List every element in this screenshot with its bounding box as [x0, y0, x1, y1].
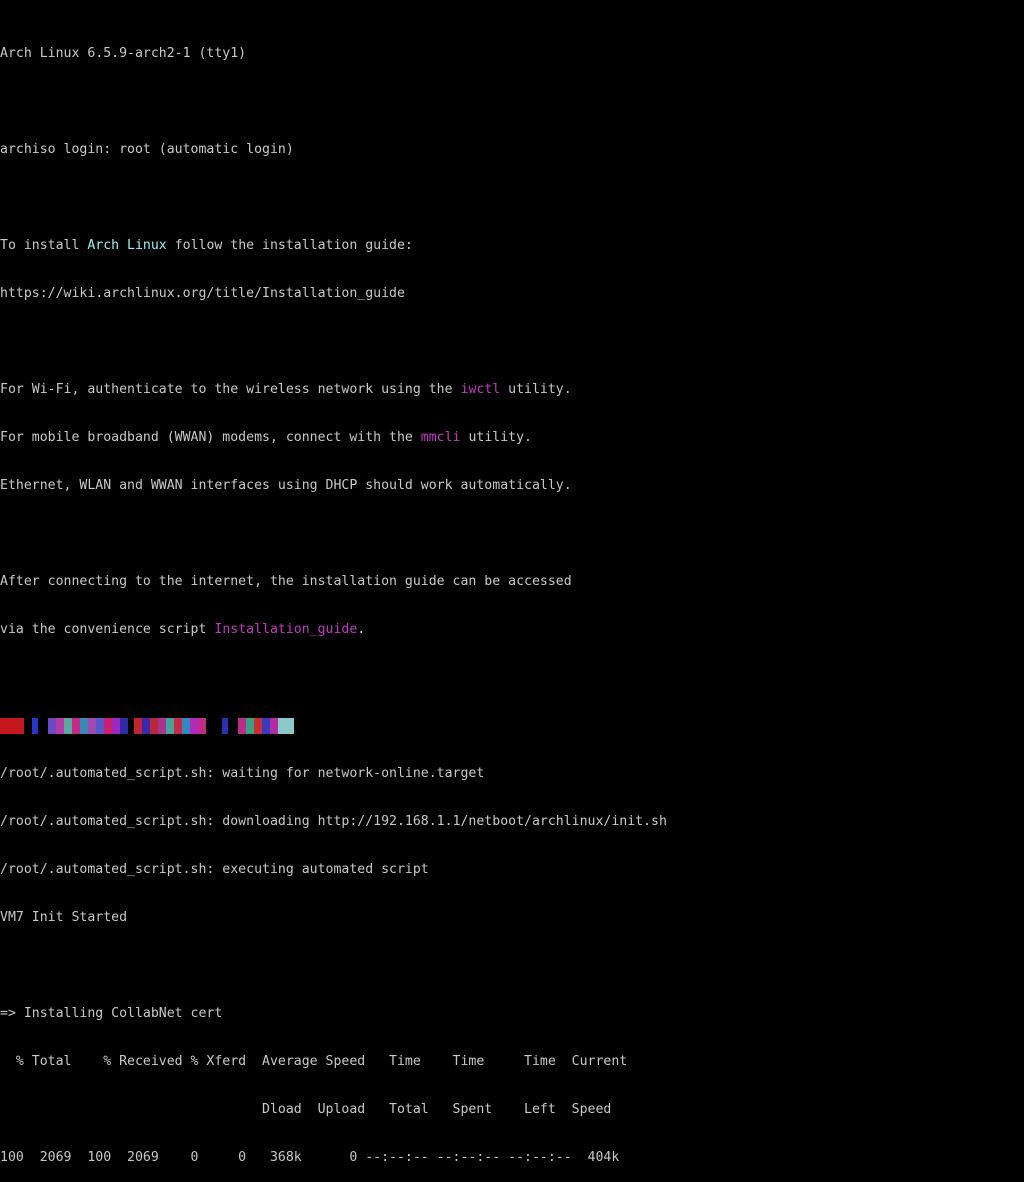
noise-block: [278, 718, 294, 734]
noise-block: [56, 718, 64, 734]
arch-linux-highlight: Arch Linux: [87, 238, 167, 253]
installing-cert-line: => Installing CollabNet cert: [0, 1006, 223, 1021]
noise-block: [254, 718, 262, 734]
noise-block: [24, 718, 32, 734]
noise-block: [72, 718, 80, 734]
mobile-suffix: utility.: [460, 430, 532, 445]
garbled-color-bar: [0, 718, 1024, 734]
wifi-line: For Wi-Fi, authenticate to the wireless …: [0, 382, 1024, 398]
vm-init-line: VM7 Init Started: [0, 910, 128, 925]
noise-block: [198, 718, 206, 734]
noise-block: [206, 718, 222, 734]
noise-block: [228, 718, 238, 734]
login-line: archiso login: root (automatic login): [0, 142, 294, 157]
noise-block: [270, 718, 278, 734]
wifi-suffix: utility.: [500, 382, 572, 397]
noise-block: [38, 718, 48, 734]
noise-block: [238, 718, 246, 734]
noise-block: [112, 718, 120, 734]
script-waiting-line: /root/.automated_script.sh: waiting for …: [0, 766, 485, 781]
noise-block: [190, 718, 198, 734]
install-suffix: follow the installation guide:: [166, 238, 413, 253]
noise-block: [80, 718, 88, 734]
curl-header-row-2: Dload Upload Total Spent Left Speed: [0, 1102, 612, 1117]
noise-block: [88, 718, 96, 734]
script-executing-line: /root/.automated_script.sh: executing au…: [0, 862, 429, 877]
noise-block: [174, 718, 182, 734]
install-line: To install Arch Linux follow the install…: [0, 238, 1024, 254]
script-downloading-line: /root/.automated_script.sh: downloading …: [0, 814, 667, 829]
noise-block: [166, 718, 174, 734]
noise-block: [150, 718, 158, 734]
tty-console[interactable]: Arch Linux 6.5.9-arch2-1 (tty1) archiso …: [0, 14, 1024, 1182]
installation-guide-highlight: Installation_guide: [214, 622, 358, 637]
wifi-prefix: For Wi-Fi, authenticate to the wireless …: [0, 382, 461, 397]
curl-progress-row: 100 2069 100 2069 0 0 368k 0 --:--:-- --…: [0, 1150, 620, 1165]
noise-block: [120, 718, 128, 734]
ethernet-line: Ethernet, WLAN and WWAN interfaces using…: [0, 478, 572, 493]
noise-block: [158, 718, 166, 734]
noise-block: [142, 718, 150, 734]
mobile-line: For mobile broadband (WWAN) modems, conn…: [0, 430, 1024, 446]
via-prefix: via the convenience script: [0, 622, 215, 637]
guide-url: https://wiki.archlinux.org/title/Install…: [0, 286, 405, 301]
iwctl-highlight: iwctl: [460, 382, 501, 397]
kernel-banner: Arch Linux 6.5.9-arch2-1 (tty1): [0, 46, 247, 61]
noise-block: [262, 718, 270, 734]
noise-block: [104, 718, 112, 734]
mmcli-highlight: mmcli: [420, 430, 461, 445]
after-connect-line: After connecting to the internet, the in…: [0, 574, 572, 589]
noise-block: [246, 718, 254, 734]
curl-header-row-1: % Total % Received % Xferd Average Speed…: [0, 1054, 628, 1069]
noise-block: [134, 718, 142, 734]
noise-block: [64, 718, 72, 734]
noise-block: [48, 718, 56, 734]
noise-block: [0, 718, 24, 734]
convenience-script-line: via the convenience script Installation_…: [0, 622, 1024, 638]
install-prefix: To install: [0, 238, 88, 253]
noise-block: [96, 718, 104, 734]
noise-block: [182, 718, 190, 734]
via-suffix: .: [357, 622, 366, 637]
mobile-prefix: For mobile broadband (WWAN) modems, conn…: [0, 430, 421, 445]
